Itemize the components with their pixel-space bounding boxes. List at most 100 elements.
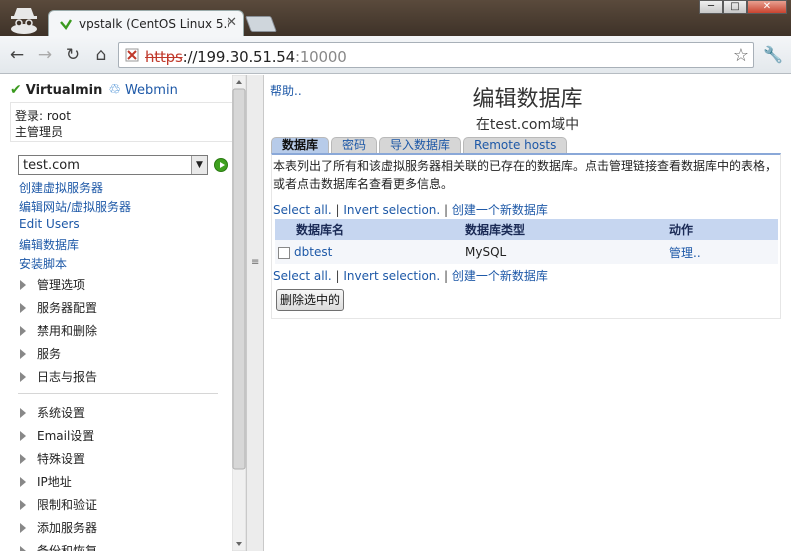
category-ip-address[interactable]: IP地址 <box>20 473 72 490</box>
category-special-settings[interactable]: 特殊设置 <box>20 450 85 467</box>
expand-arrow-icon <box>20 522 26 533</box>
category-admin-options[interactable]: 管理选项 <box>20 276 85 293</box>
resize-grip-icon: ≡ <box>251 257 260 268</box>
tab-databases[interactable]: 数据库 <box>271 137 330 153</box>
expand-arrow-icon <box>20 545 26 551</box>
main-content-frame: 帮助.. 编辑数据库 在test.com域中 数据库 密码 导入数据库 Remo… <box>264 75 791 551</box>
category-system-settings[interactable]: 系统设置 <box>20 404 85 421</box>
home-icon[interactable]: ⌂ <box>90 44 112 66</box>
domain-select[interactable]: test.com ▼ <box>18 155 208 175</box>
expand-arrow-icon <box>20 453 26 464</box>
delete-selected-button[interactable]: 删除选中的 <box>276 289 345 311</box>
select-all-link[interactable]: Select all. <box>273 203 332 217</box>
bookmark-star-icon[interactable]: ☆ <box>733 45 749 66</box>
select-all-link[interactable]: Select all. <box>273 269 332 283</box>
expand-arrow-icon <box>20 476 26 487</box>
url-separator: :// <box>182 48 198 66</box>
column-header-type: 数据库类型 <box>465 219 669 240</box>
category-server-config[interactable]: 服务器配置 <box>20 299 97 316</box>
browser-toolbar: ← → ↻ ⌂ https://199.30.51.54:10000 ☆ 🔧 <box>0 36 791 74</box>
url-scheme: https <box>145 48 183 66</box>
invert-selection-link[interactable]: Invert selection. <box>343 203 440 217</box>
browser-tab[interactable]: vpstalk (CentOS Linux 5.8 ✕ <box>48 10 244 36</box>
category-label: 服务器配置 <box>37 301 98 315</box>
edit-virtual-servers-link[interactable]: 编辑网站/虚拟服务器 <box>19 198 131 215</box>
left-header: ✔ Virtualmin ♲ Webmin <box>10 82 178 98</box>
address-bar[interactable]: https://199.30.51.54:10000 ☆ <box>118 42 754 68</box>
go-icon[interactable] <box>214 158 228 172</box>
separator: | <box>335 269 340 283</box>
tab-password[interactable]: 密码 <box>331 137 378 153</box>
row-checkbox[interactable] <box>278 246 290 259</box>
category-backup-restore[interactable]: 备份和恢复 <box>20 542 97 551</box>
browser-titlebar: vpstalk (CentOS Linux 5.8 ✕ ─ □ ✕ <box>0 0 791 36</box>
category-label: 特殊设置 <box>37 452 86 466</box>
tab-title: vpstalk (CentOS Linux 5.8 <box>79 17 229 31</box>
wrench-menu-icon[interactable]: 🔧 <box>762 44 784 66</box>
category-label: 添加服务器 <box>37 521 98 535</box>
create-database-link[interactable]: 创建一个新数据库 <box>452 269 548 283</box>
invert-selection-link[interactable]: Invert selection. <box>343 269 440 283</box>
new-tab-button[interactable] <box>245 16 277 32</box>
virtualmin-check-icon: ✔ <box>10 82 22 98</box>
category-add-servers[interactable]: 添加服务器 <box>20 519 97 536</box>
category-limits-validation[interactable]: 限制和验证 <box>20 496 97 513</box>
column-header-name: 数据库名 <box>275 219 465 240</box>
forward-icon[interactable]: → <box>34 44 56 66</box>
expand-arrow-icon <box>20 499 26 510</box>
category-label: 日志与报告 <box>37 370 98 384</box>
category-label: 禁用和删除 <box>37 324 98 338</box>
expand-arrow-icon <box>20 325 26 336</box>
window-controls: ─ □ ✕ <box>699 0 787 14</box>
category-label: 限制和验证 <box>37 498 98 512</box>
divider <box>18 393 218 394</box>
tab-close-icon[interactable]: ✕ <box>226 16 237 30</box>
expand-arrow-icon <box>20 279 26 290</box>
frame-resizer[interactable]: ≡ <box>246 75 264 551</box>
back-icon[interactable]: ← <box>6 44 28 66</box>
separator: | <box>444 203 449 217</box>
column-header-action: 动作 <box>669 219 778 240</box>
tab-import-database[interactable]: 导入数据库 <box>379 137 462 153</box>
chevron-down-icon[interactable]: ▼ <box>191 156 207 174</box>
maximize-button[interactable]: □ <box>723 0 747 14</box>
edit-users-link[interactable]: Edit Users <box>19 217 80 231</box>
category-label: IP地址 <box>37 475 72 489</box>
edit-databases-link[interactable]: 编辑数据库 <box>19 236 79 253</box>
minimize-button[interactable]: ─ <box>699 0 723 14</box>
install-scripts-link[interactable]: 安装脚本 <box>19 255 67 272</box>
page-subtitle: 在test.com域中 <box>475 117 580 133</box>
create-database-link[interactable]: 创建一个新数据库 <box>452 203 548 217</box>
close-window-button[interactable]: ✕ <box>747 0 787 14</box>
category-label: 服务 <box>37 347 62 361</box>
bottom-actions: Select all. | Invert selection. | 创建一个新数… <box>273 267 548 284</box>
expand-arrow-icon <box>20 407 26 418</box>
page-title: 编辑数据库 <box>472 87 583 112</box>
category-services[interactable]: 服务 <box>20 345 61 362</box>
role-label: 主管理员 <box>15 125 64 139</box>
create-virtual-server-link[interactable]: 创建虚拟服务器 <box>19 179 103 196</box>
category-email-settings[interactable]: Email设置 <box>20 427 94 444</box>
separator: | <box>335 203 340 217</box>
url-host: 199.30.51.54 <box>197 48 295 66</box>
tab-remote-hosts[interactable]: Remote hosts <box>463 137 568 153</box>
tab-bar: 数据库 密码 导入数据库 Remote hosts <box>271 137 568 153</box>
database-name-link[interactable]: dbtest <box>294 245 332 259</box>
table-row: dbtest MySQL 管理.. <box>275 240 778 264</box>
left-frame-scrollbar[interactable] <box>232 75 246 551</box>
url-text: https://199.30.51.54:10000 <box>145 48 347 66</box>
separator: | <box>444 269 449 283</box>
database-type: MySQL <box>465 240 669 264</box>
category-logs-reports[interactable]: 日志与报告 <box>20 368 97 385</box>
top-actions: Select all. | Invert selection. | 创建一个新数… <box>273 201 548 218</box>
manage-link[interactable]: 管理.. <box>669 246 701 260</box>
webmin-link[interactable]: Webmin <box>125 83 178 98</box>
virtualmin-title[interactable]: Virtualmin <box>26 83 103 98</box>
reload-icon[interactable]: ↻ <box>62 44 84 66</box>
url-port: :10000 <box>294 48 347 66</box>
insecure-https-icon <box>125 48 139 62</box>
databases-panel: 本表列出了所有和该虚拟服务器相关联的已存在的数据库。点击管理链接查看数据库中的表… <box>271 153 781 319</box>
expand-arrow-icon <box>20 430 26 441</box>
domain-select-value: test.com <box>23 158 80 173</box>
category-disable-delete[interactable]: 禁用和删除 <box>20 322 97 339</box>
